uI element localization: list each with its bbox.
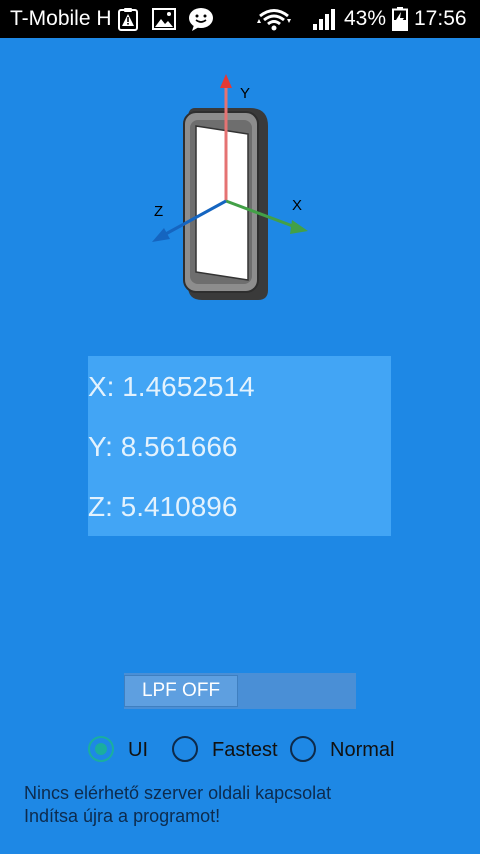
signal-strength-icon (313, 9, 335, 30)
image-icon (152, 8, 176, 30)
z-value: Z: 5.410896 (88, 491, 238, 522)
chat-bubble-icon (189, 8, 213, 31)
clock: 17:56 (414, 7, 467, 30)
y-axis-label: Y (240, 85, 250, 102)
wifi-icon (257, 9, 291, 31)
radio-unchecked-icon[interactable] (290, 736, 316, 762)
status-bar: T-Mobile H 43% 17:56 (0, 0, 480, 38)
radio-label-ui: UI (128, 739, 148, 761)
radio-unchecked-icon[interactable] (172, 736, 198, 762)
carrier-name: T-Mobile H (10, 7, 112, 30)
message-line-1: Nincs elérhető szerver oldali kapcsolat (24, 783, 332, 803)
lpf-toggle-thumb[interactable]: LPF OFF (124, 675, 238, 707)
z-axis-arrow-icon (152, 228, 170, 242)
y-value: Y: 8.561666 (88, 431, 238, 462)
x-axis-arrow-icon (290, 220, 308, 234)
x-axis-label: X (292, 197, 302, 214)
battery-charging-icon (392, 7, 408, 31)
lpf-toggle[interactable]: LPF OFF (124, 673, 356, 709)
battery-percent: 43% (344, 7, 387, 30)
device-axes-illustration: Y X Z (140, 68, 340, 308)
z-axis-label: Z (154, 203, 163, 220)
y-axis-arrow-icon (220, 74, 232, 88)
connection-status-message: Nincs elérhető szerver oldali kapcsolat … (24, 782, 464, 828)
radio-checked-icon[interactable] (88, 736, 114, 762)
x-value: X: 1.4652514 (88, 371, 255, 402)
message-line-2: Indítsa újra a programot! (24, 806, 221, 826)
radio-label-fastest: Fastest (212, 739, 278, 761)
radio-label-normal: Normal (330, 739, 395, 761)
clipboard-warning-icon (118, 8, 138, 31)
sensor-readout-panel: X: 1.4652514 Y: 8.561666 Z: 5.410896 (88, 356, 391, 536)
